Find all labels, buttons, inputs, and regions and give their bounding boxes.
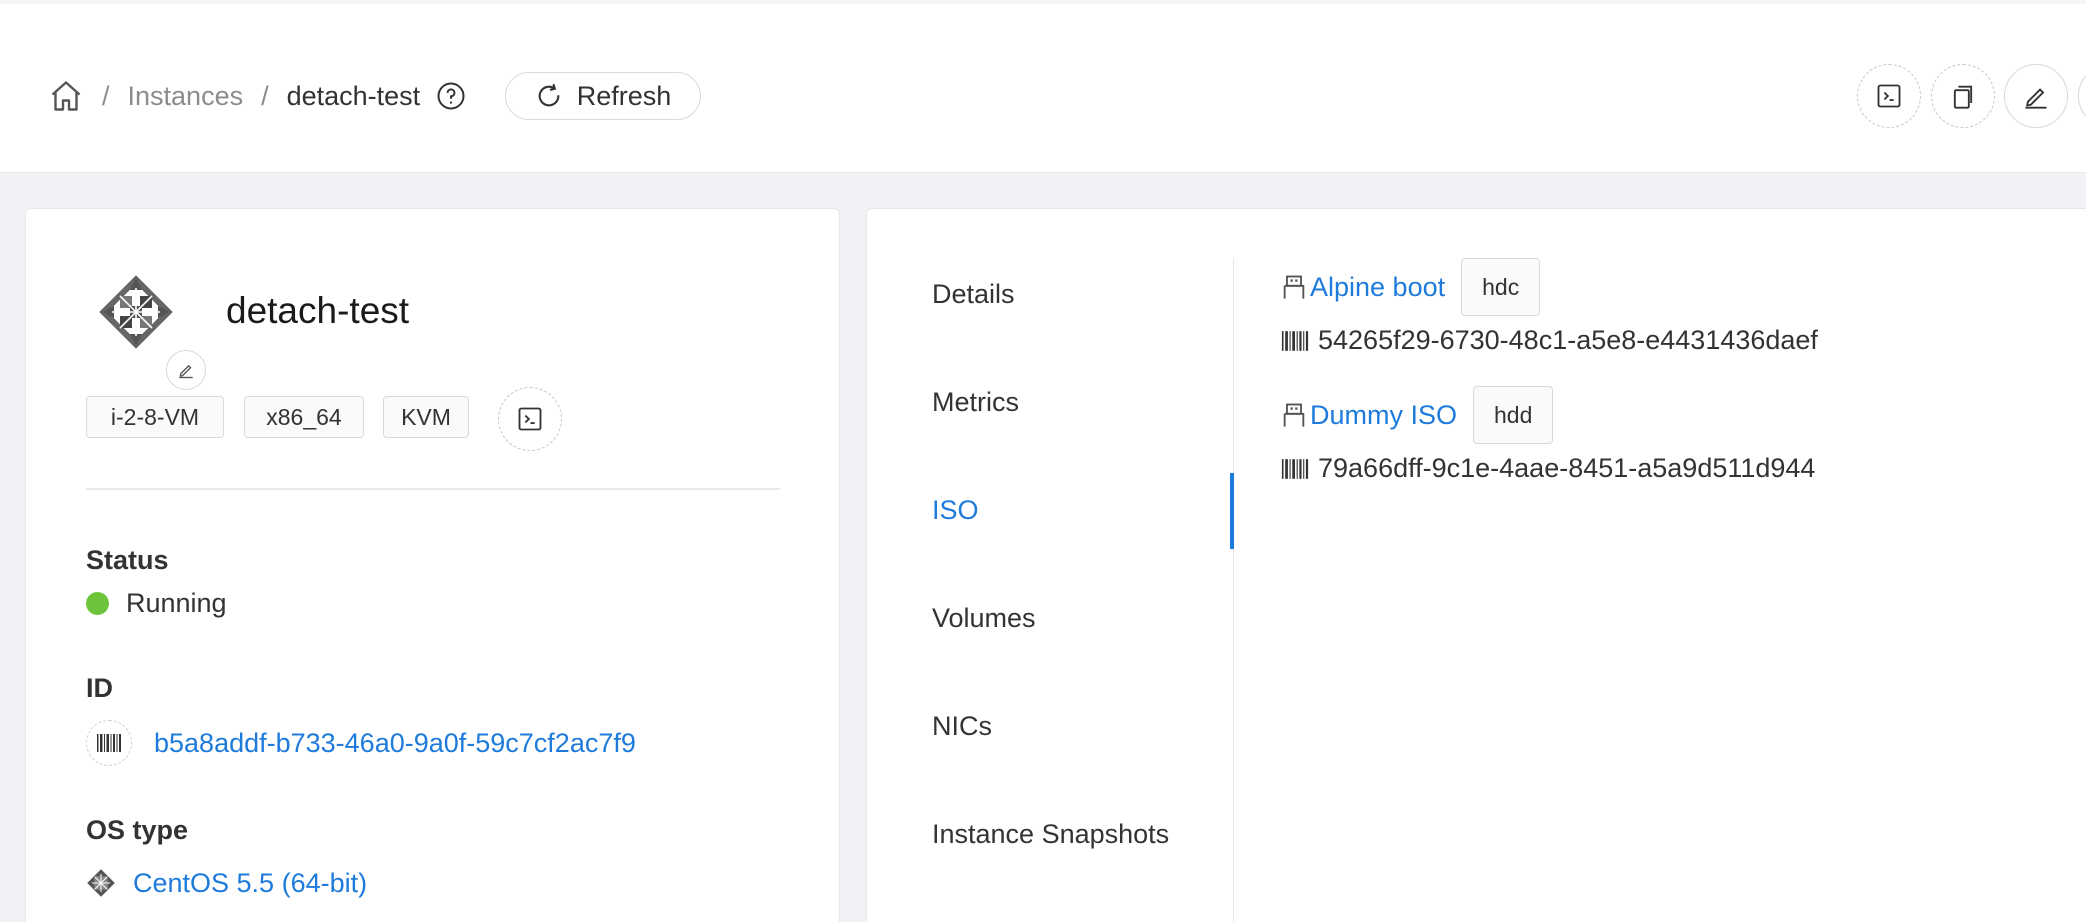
- tab-metrics[interactable]: Metrics: [932, 387, 1019, 418]
- instance-tag: x86_64: [244, 396, 364, 438]
- os-type-label: OS type: [86, 815, 189, 845]
- breadcrumb: / Instances / detach-test: [48, 74, 466, 118]
- iso-name-link[interactable]: Alpine boot: [1310, 272, 1445, 303]
- os-type-link[interactable]: CentOS 5.5 (64-bit): [133, 868, 367, 899]
- instance-name: detach-test: [226, 290, 410, 331]
- barcode-icon: [1281, 330, 1309, 351]
- active-tab-indicator: [1230, 473, 1234, 549]
- edit-avatar-button[interactable]: [166, 350, 206, 390]
- iso-id-row: 79a66dff-9c1e-4aae-8451-a5a9d511d944: [1280, 453, 1815, 484]
- breadcrumb-current: detach-test: [286, 80, 421, 111]
- iso-device-badge: hdd: [1473, 386, 1554, 444]
- home-icon[interactable]: [48, 78, 84, 114]
- edit-button[interactable]: [2004, 64, 2068, 128]
- usb-icon: [1283, 403, 1305, 427]
- tab-instance-snapshots[interactable]: Instance Snapshots: [932, 819, 1169, 850]
- usb-icon: [1283, 275, 1305, 299]
- question-circle-icon[interactable]: [436, 81, 466, 111]
- iso-id-row: 54265f29-6730-48c1-a5e8-e4431436daef: [1280, 325, 1818, 356]
- copy-id-button[interactable]: [86, 720, 132, 766]
- barcode-icon: [1281, 458, 1309, 479]
- view-console-button[interactable]: [498, 387, 562, 451]
- iso-item: Alpine boot hdc: [1280, 258, 1541, 316]
- status-value: Running: [126, 588, 227, 618]
- tab-details[interactable]: Details: [932, 279, 1015, 310]
- instance-tag: KVM: [383, 396, 469, 438]
- edit-icon: [2025, 88, 2047, 109]
- divider: [86, 488, 780, 490]
- console-button[interactable]: [1857, 64, 1921, 128]
- centos-logo-icon: [87, 869, 115, 897]
- instance-id-link[interactable]: b5a8addf-b733-46a0-9a0f-59c7cf2ac7f9: [154, 728, 636, 759]
- id-label: ID: [86, 673, 113, 703]
- iso-id: 79a66dff-9c1e-4aae-8451-a5a9d511d944: [1318, 453, 1816, 483]
- iso-item: Dummy ISO hdd: [1280, 386, 1554, 444]
- centos-logo-icon: [99, 275, 173, 349]
- tab-list: Details Metrics ISO Volumes NICs Instanc…: [866, 258, 1234, 922]
- code-icon: [518, 407, 542, 431]
- tab-nics[interactable]: NICs: [932, 711, 992, 742]
- instance-tag: i-2-8-VM: [86, 396, 224, 438]
- iso-device-badge: hdc: [1461, 258, 1541, 316]
- breadcrumb-separator: /: [261, 80, 269, 111]
- code-icon: [1877, 84, 1901, 108]
- iso-id: 54265f29-6730-48c1-a5e8-e4431436daef: [1318, 325, 1818, 355]
- reload-icon: [538, 83, 560, 107]
- edit-icon: [179, 364, 193, 379]
- breadcrumb-separator: /: [102, 80, 110, 111]
- status-label: Status: [86, 545, 169, 575]
- status-indicator: [86, 592, 109, 615]
- page-header: / Instances / detach-test Refresh: [0, 0, 2086, 173]
- tab-volumes[interactable]: Volumes: [932, 603, 1036, 634]
- copy-button[interactable]: [1931, 64, 1995, 128]
- refresh-label: Refresh: [576, 80, 672, 111]
- barcode-icon: [97, 734, 121, 752]
- copy-icon: [1953, 85, 1973, 109]
- breadcrumb-instances-link[interactable]: Instances: [128, 81, 244, 112]
- more-actions-button[interactable]: [2078, 64, 2086, 128]
- iso-name-link[interactable]: Dummy ISO: [1310, 400, 1457, 431]
- tab-iso[interactable]: ISO: [932, 495, 979, 526]
- refresh-button[interactable]: Refresh: [505, 72, 701, 120]
